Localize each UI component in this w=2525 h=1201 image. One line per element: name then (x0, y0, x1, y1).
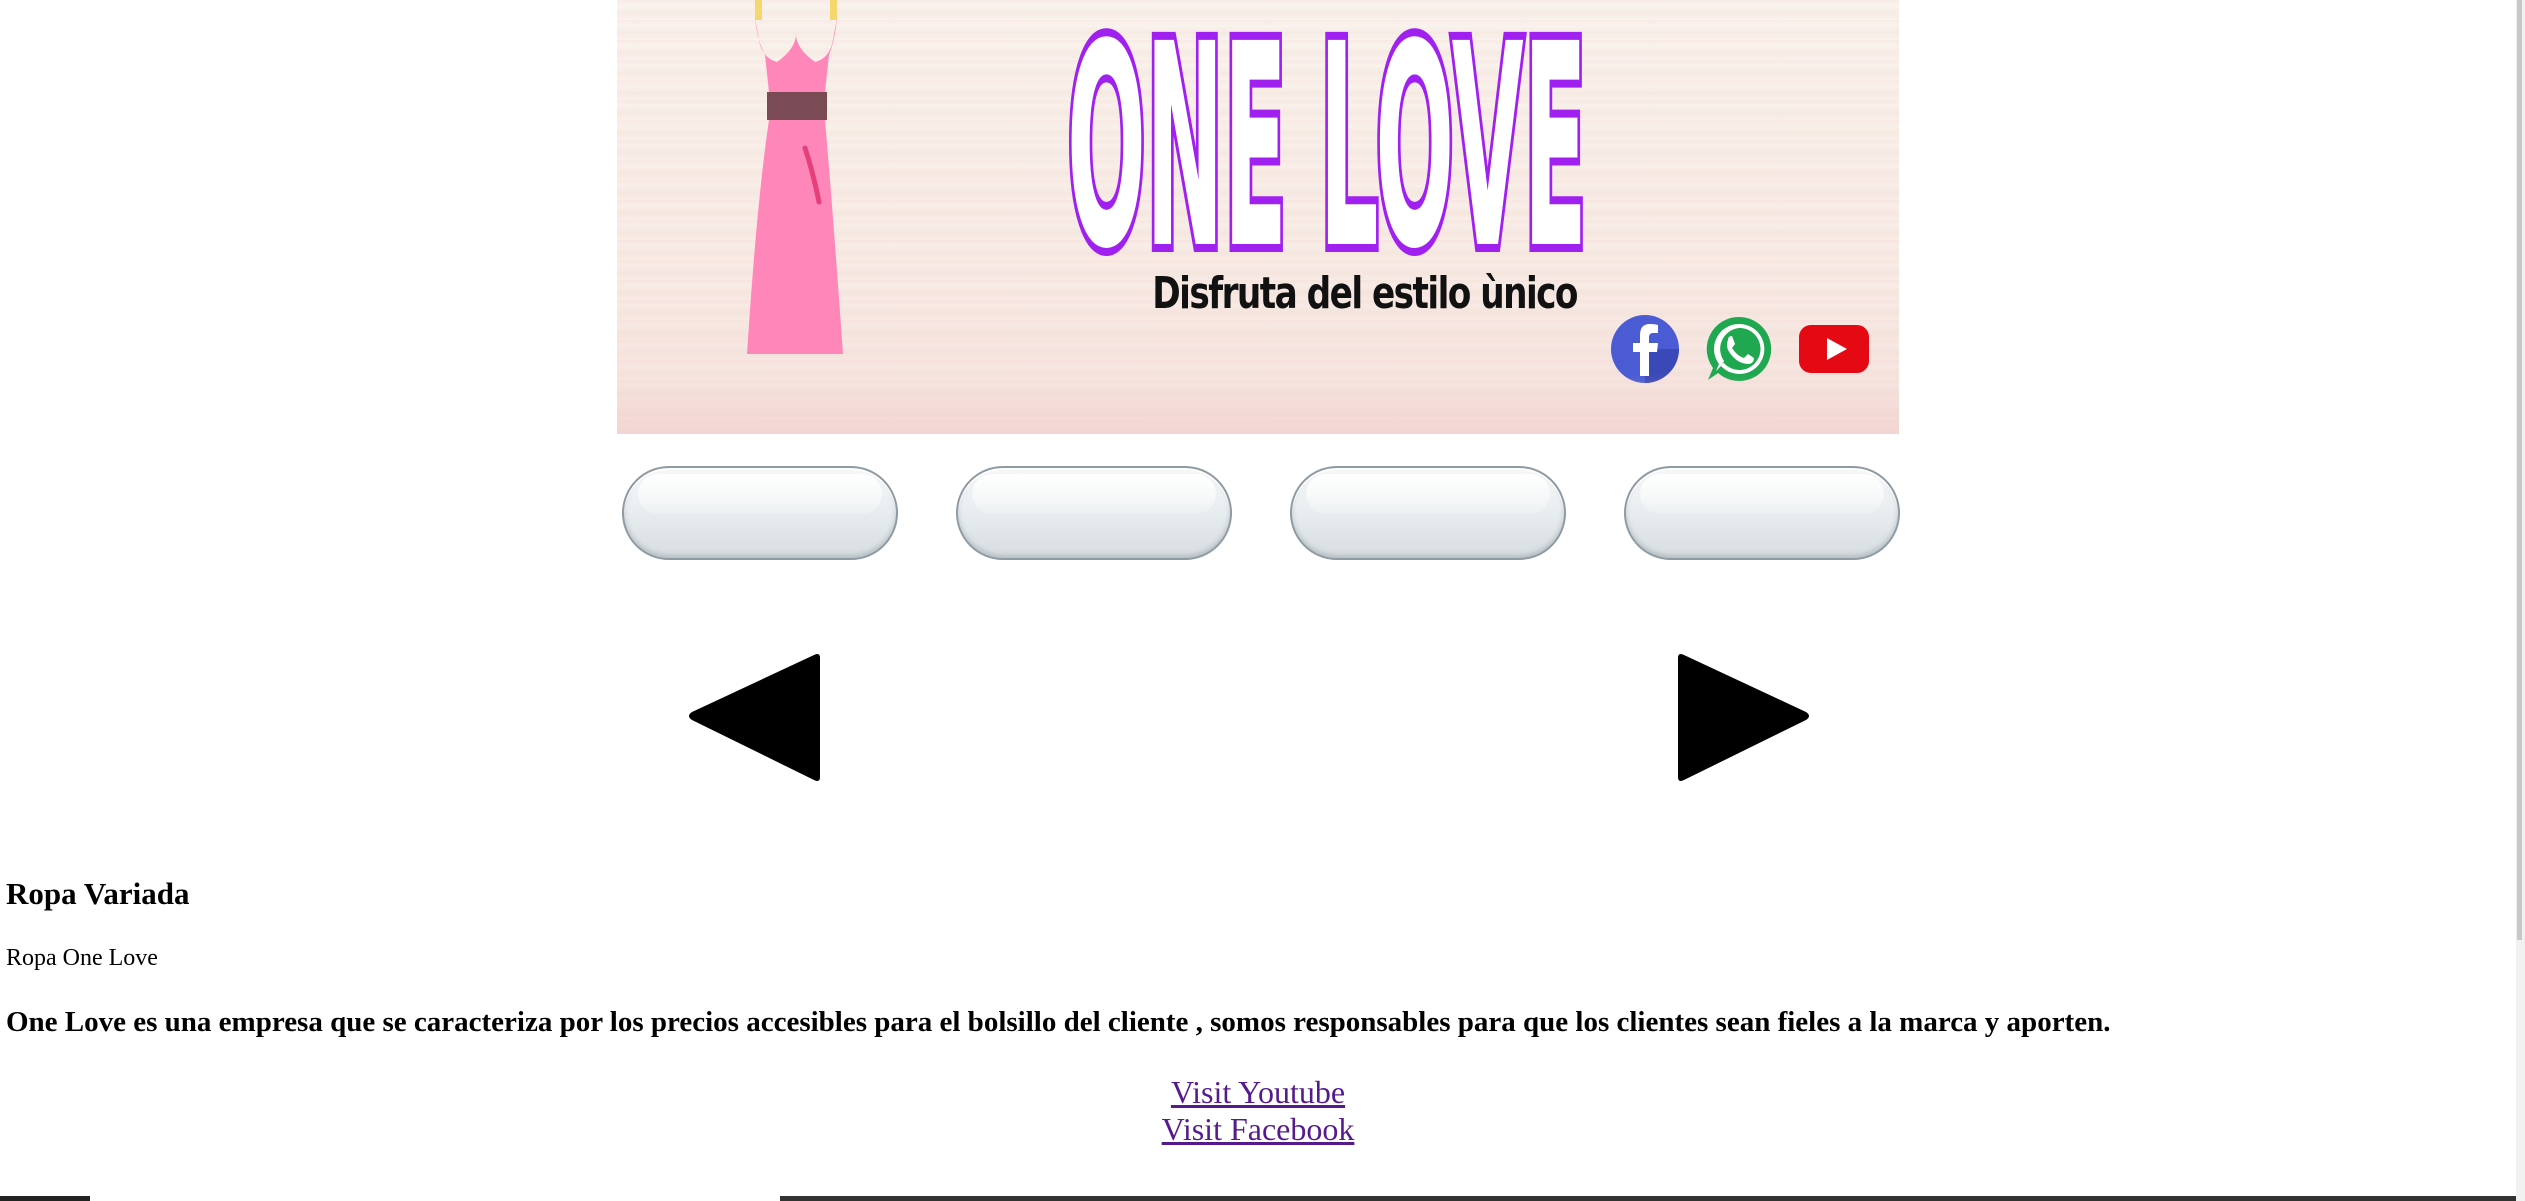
section-heading: Ropa Variada (6, 876, 190, 911)
section-subtext: Ropa One Love (6, 945, 158, 971)
logo-text: ONE LOVE (1067, 6, 1587, 266)
banner-fade (617, 374, 1899, 434)
footer-segment (0, 1196, 90, 1201)
youtube-link[interactable]: Visit Youtube (1171, 1074, 1345, 1110)
triangle-right-icon[interactable] (1674, 650, 1814, 790)
tagline: Disfruta del estilo ùnico (1152, 268, 1578, 319)
nav-bar (620, 466, 1904, 564)
footer-strip (0, 1196, 2516, 1201)
vertical-scrollbar[interactable] (2516, 0, 2525, 1201)
dress-icon (747, 0, 843, 354)
header-banner: ONE LOVE Disfruta del estilo ùnico (617, 0, 1899, 434)
company-description: One Love es una empresa que se caracteri… (6, 1006, 2111, 1038)
nav-button-3[interactable] (1290, 466, 1566, 560)
footer-segment (780, 1196, 2516, 1201)
facebook-link[interactable]: Visit Facebook (1162, 1111, 1355, 1147)
nav-button-4[interactable] (1624, 466, 1900, 560)
page: ONE LOVE Disfruta del estilo ùnico Ropa … (0, 0, 2525, 1201)
nav-button-2[interactable] (956, 466, 1232, 560)
triangle-left-icon[interactable] (684, 650, 824, 790)
brand-logo: ONE LOVE (1059, 6, 1595, 266)
nav-button-1[interactable] (622, 466, 898, 560)
links-block: Visit Youtube Visit Facebook (0, 1074, 2516, 1148)
scrollbar-thumb[interactable] (2517, 0, 2522, 940)
